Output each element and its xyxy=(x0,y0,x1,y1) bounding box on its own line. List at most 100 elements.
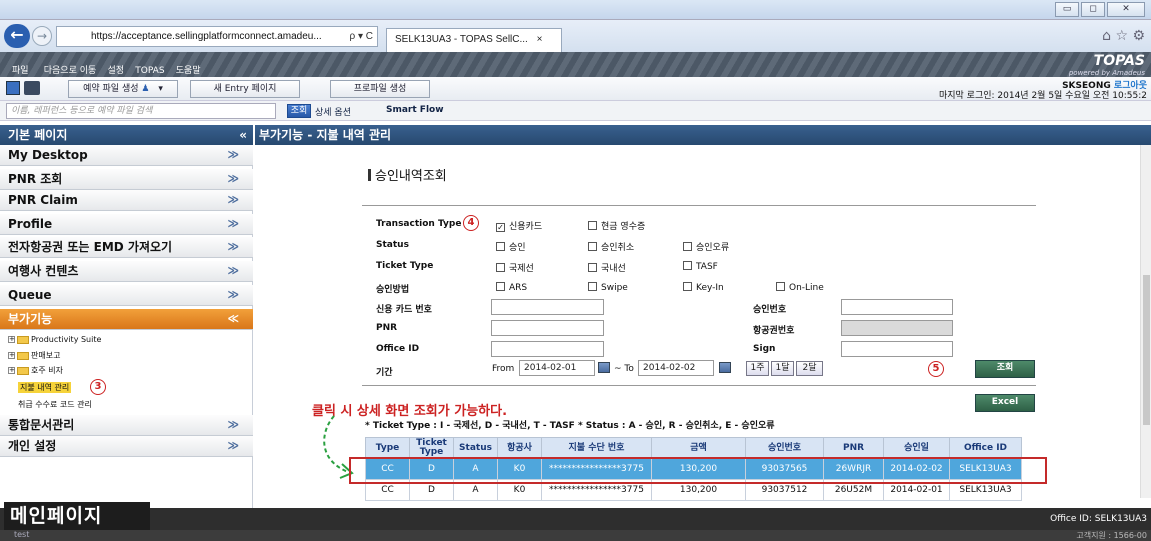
col-approval-no[interactable]: 승인번호 xyxy=(745,437,824,459)
sidebar-item-profile[interactable]: Profile ≫ xyxy=(0,214,253,235)
option-label: ARS xyxy=(509,283,528,293)
status-cancel-checkbox[interactable]: 승인취소 xyxy=(588,240,634,253)
ticket-tasf-checkbox[interactable]: TASF xyxy=(683,261,718,272)
url-field[interactable]: https://acceptance.sellingplatformconnec… xyxy=(56,26,378,47)
col-ticket-type[interactable]: Ticket Type xyxy=(409,437,454,459)
back-button[interactable]: ← xyxy=(4,24,30,48)
window-titlebar: ▭ ◻ ✕ xyxy=(0,0,1151,20)
marker-5: 5 xyxy=(928,361,944,377)
tt-card-checkbox[interactable]: ✓ 신용카드 xyxy=(496,219,542,232)
booking-create-button[interactable]: 예약 파일 생성 ♟ ▾ xyxy=(68,80,178,98)
topas-logo: TOPAS powered by Amadeus xyxy=(1069,53,1145,77)
sidebar-item-pnr-lookup[interactable]: PNR 조회 ≫ xyxy=(0,169,253,190)
menu-item-topas[interactable]: TOPAS xyxy=(135,66,164,76)
tree-item-payment-history[interactable]: 지불 내역 관리 xyxy=(18,382,72,393)
option-label: 국내선 xyxy=(601,264,626,274)
month2-button[interactable]: 2달 xyxy=(796,361,823,376)
tab-close-icon[interactable]: × xyxy=(537,34,543,45)
tree-item-productivity-suite[interactable]: + Productivity Suite xyxy=(8,335,101,344)
detail-option-link[interactable]: 상세 옵션 xyxy=(315,105,351,118)
sidebar-item-extras[interactable]: 부가기능 ≪ xyxy=(0,309,253,330)
tree-item-sales-report[interactable]: + 판매보고 xyxy=(8,350,60,361)
save-icon[interactable] xyxy=(6,81,20,95)
ticket-intl-checkbox[interactable]: 국제선 xyxy=(496,261,534,274)
sidebar-item-label: PNR Claim xyxy=(8,193,78,207)
approval-no-input[interactable] xyxy=(841,299,953,315)
collapse-icon[interactable]: « xyxy=(239,125,247,145)
forward-button[interactable]: → xyxy=(32,26,52,46)
smart-flow-link[interactable]: Smart Flow xyxy=(386,105,444,115)
week-button[interactable]: 1주 xyxy=(746,361,769,376)
method-keyin-checkbox[interactable]: Key-In xyxy=(683,282,724,293)
sidebar-item-agency-content[interactable]: 여행사 컨텐츠 ≫ xyxy=(0,261,253,282)
sidebar-item-queue[interactable]: Queue ≫ xyxy=(0,285,253,306)
to-date-input[interactable]: 2014-02-02 xyxy=(638,360,714,376)
col-type[interactable]: Type xyxy=(365,437,410,459)
close-window-button[interactable]: ✕ xyxy=(1107,2,1145,17)
sidebar-item-doc-management[interactable]: 통합문서관리 ≫ xyxy=(0,415,253,436)
minimize-button[interactable]: ▭ xyxy=(1055,2,1079,17)
col-status[interactable]: Status xyxy=(453,437,498,459)
office-id-input[interactable] xyxy=(491,341,604,357)
tt-cash-checkbox[interactable]: 현금 영수증 xyxy=(588,219,645,232)
from-date-input[interactable]: 2014-02-01 xyxy=(519,360,595,376)
col-pnr[interactable]: PNR xyxy=(823,437,884,459)
sidebar-item-my-desktop[interactable]: My Desktop ≫ xyxy=(0,145,253,166)
status-error-checkbox[interactable]: 승인오류 xyxy=(683,240,729,253)
pnr-input[interactable] xyxy=(491,320,604,336)
browser-address-bar: ← → https://acceptance.sellingplatformco… xyxy=(0,20,1151,52)
col-amount[interactable]: 금액 xyxy=(651,437,746,459)
period-label: 기간 xyxy=(376,368,393,378)
sidebar-item-eticket-emd[interactable]: 전자항공권 또는 EMD 가져오기 ≫ xyxy=(0,237,253,258)
chevron-down-icon[interactable]: ▾ xyxy=(158,84,163,94)
option-label: 신용카드 xyxy=(509,222,543,232)
chevron-down-icon: ≫ xyxy=(227,439,239,452)
maximize-button[interactable]: ◻ xyxy=(1081,2,1105,17)
menu-item-goto[interactable]: 다음으로 이동 xyxy=(44,63,97,76)
chevron-up-icon: ≪ xyxy=(227,312,239,325)
card-no-input[interactable] xyxy=(491,299,604,315)
search-button[interactable]: 조회 xyxy=(287,104,311,118)
method-ars-checkbox[interactable]: ARS xyxy=(496,282,527,293)
excel-button[interactable]: Excel xyxy=(975,394,1035,412)
sidebar-item-label: PNR 조회 xyxy=(8,172,63,186)
profile-create-button[interactable]: 프로파일 생성 xyxy=(330,80,430,98)
unchecked-icon xyxy=(588,221,597,230)
scrollbar-thumb[interactable] xyxy=(1143,275,1150,425)
sign-input[interactable] xyxy=(841,341,953,357)
sidebar-item-pnr-claim[interactable]: PNR Claim ≫ xyxy=(0,190,253,211)
method-swipe-checkbox[interactable]: Swipe xyxy=(588,282,628,293)
menu-item-settings[interactable]: 설정 xyxy=(107,63,124,76)
ticket-no-label: 항공권번호 xyxy=(753,326,795,336)
menu-item-help[interactable]: 도움말 xyxy=(176,63,201,76)
ticket-dom-checkbox[interactable]: 국내선 xyxy=(588,261,626,274)
method-online-checkbox[interactable]: On-Line xyxy=(776,282,824,293)
home-star-gear-icons[interactable]: ⌂ ☆ ⚙ xyxy=(1102,28,1145,44)
col-office-id[interactable]: Office ID xyxy=(949,437,1022,459)
transaction-type-label: Transaction Type xyxy=(376,219,462,229)
form-top-divider xyxy=(362,205,1036,206)
calendar-icon[interactable] xyxy=(598,362,610,373)
form-bottom-divider xyxy=(362,385,1036,386)
calendar-icon[interactable] xyxy=(719,362,731,373)
print-icon[interactable] xyxy=(24,81,40,95)
vertical-scrollbar[interactable] xyxy=(1140,145,1151,498)
option-label: 승인취소 xyxy=(601,243,635,253)
month1-button[interactable]: 1달 xyxy=(771,361,794,376)
tree-item-fee-code[interactable]: 취급 수수료 코드 관리 xyxy=(18,399,92,410)
browser-tab[interactable]: SELK13UA3 - TOPAS SellC... × xyxy=(386,28,562,52)
url-controls[interactable]: ρ ▾ C xyxy=(350,27,374,46)
ticket-type-label: Ticket Type xyxy=(376,261,434,271)
col-airline[interactable]: 항공사 xyxy=(497,437,542,459)
col-approval-date[interactable]: 승인일 xyxy=(883,437,950,459)
booking-search-input[interactable]: 이름, 레퍼런스 등으로 예약 파일 검색 xyxy=(6,103,276,119)
tree-item-australia-visa[interactable]: + 호주 비자 xyxy=(8,365,63,376)
sidebar-item-personal-settings[interactable]: 개인 설정 ≫ xyxy=(0,436,253,457)
menu-item-file[interactable]: 파일 xyxy=(12,63,29,76)
new-entry-button[interactable]: 새 Entry 페이지 xyxy=(190,80,300,98)
logout-link[interactable]: 로그아웃 xyxy=(1114,81,1147,91)
status-approve-checkbox[interactable]: 승인 xyxy=(496,240,526,253)
sidebar-item-label: Profile xyxy=(8,217,53,231)
col-payment-no[interactable]: 지불 수단 번호 xyxy=(541,437,652,459)
search-submit-button[interactable]: 조회 xyxy=(975,360,1035,378)
